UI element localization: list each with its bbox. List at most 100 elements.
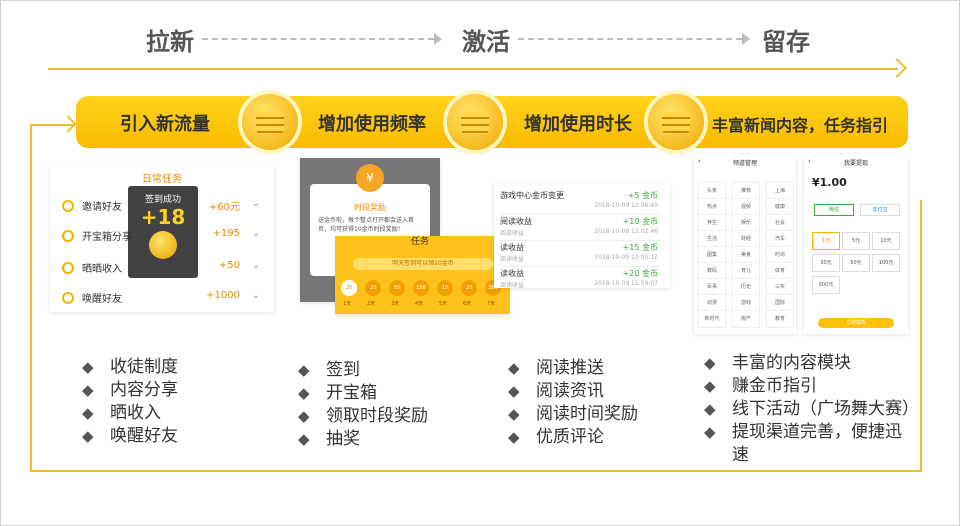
stage-acquisition-title: 拉新 [146, 28, 194, 56]
amount-option[interactable]: 500元 [812, 276, 840, 294]
record-time: 2018-10-09 12:00:12 [594, 254, 658, 261]
task-name: 邀请好友 [82, 202, 122, 213]
record-name: 阅读收益 [500, 217, 532, 226]
record-row: 游戏中心金币变更 +5 金币 2018-10-09 12:06:49 [500, 188, 660, 215]
task-name: 晒晒收入 [82, 264, 122, 275]
screenshot-daily-tasks: 日常任务 邀请好友 +60元 ⌄ 开宝箱分享 +195 ⌄ 晒晒收入 +50 ⌄… [50, 164, 274, 312]
record-row: 阅读收益 阅读收益 +10 金币 2018-10-09 12:02:46 [500, 214, 660, 241]
channel-grid: 头条 推荐 上海 热点 视频 健康 养生 娱乐 社会 生活 财经 汽车 图集 美… [698, 182, 794, 332]
withdraw-title: 我要提现 [843, 160, 868, 167]
record-row: 读收益 阅读收益 +15 金币 2018-10-09 12:00:12 [500, 240, 660, 267]
record-row: 读收益 阅读收益 +20 金币 2018-10-09 11:59:07 [500, 266, 660, 288]
chevron-down-icon: ⌄ [251, 198, 260, 209]
bullet-item: 阅读时间奖励 [508, 403, 638, 426]
task-row: 唤醒好友 +1000 ⌄ [58, 284, 266, 312]
phase-label-3: 增加使用时长 [524, 114, 632, 135]
record-time: 2018-10-09 12:06:49 [594, 202, 658, 209]
checkin-panel: 任务 明天签到可以领20金币 20 20 55 158 15 20 388 1天… [335, 236, 510, 314]
phase-label-1: 引入新流量 [120, 114, 210, 135]
task-name: 开宝箱分享 [82, 232, 132, 243]
signin-success-popup: 签到成功 +18 [128, 186, 198, 278]
channel-title: 频道管理 [732, 160, 757, 167]
screenshot-channel-manage: ‹ 频道管理 头条 推荐 上海 热点 视频 健康 养生 娱乐 社会 生活 财经 … [694, 154, 796, 334]
popup-text: 送金币啦，每个整点打开都会送入首页，均可获得10金币时段奖励！ [318, 217, 415, 233]
wechat-option[interactable]: 微信 [814, 204, 854, 216]
coin-stack-icon [447, 94, 503, 150]
bullet-list-acquisition: 收徒制度 内容分享 晒收入 唤醒好友 [82, 356, 178, 448]
bullet-list-duration: 阅读推送 阅读资讯 阅读时间奖励 优质评论 [508, 357, 638, 449]
task-reward: +60元 [208, 202, 240, 213]
record-sub: 阅读收益 [500, 230, 525, 237]
balance-amount: 1.00 [819, 176, 847, 189]
amount-option[interactable]: 5元 [842, 232, 870, 250]
dashed-arrow-head [434, 33, 442, 45]
record-amount: +15 金币 [622, 243, 658, 252]
record-amount: +10 金币 [622, 217, 658, 226]
channel-item[interactable]: 教育 [766, 310, 794, 328]
popup-title: 签到成功 [144, 195, 181, 205]
day-coin: 55 [389, 280, 405, 296]
record-amount: +5 金币 [627, 191, 658, 200]
channel-item[interactable]: 房产 [732, 310, 760, 328]
balance-value: ¥1.00 [812, 176, 847, 189]
bullet-item: 签到 [298, 359, 428, 382]
day-label: 5天 [439, 301, 448, 307]
record-name: 读收益 [500, 243, 524, 252]
task-reward: +1000 [206, 290, 240, 301]
amount-option[interactable]: 1元 [812, 232, 840, 250]
day-coin: 20 [461, 280, 477, 296]
alipay-option[interactable]: 支付宝 [860, 204, 900, 216]
bullet-item: 收徒制度 [82, 356, 178, 379]
popup-value: +18 [140, 205, 186, 229]
record-name: 读收益 [500, 269, 524, 278]
bullet-item: 晒收入 [82, 402, 178, 425]
popup-title: 时段奖励 [354, 203, 386, 212]
amount-option[interactable]: 10元 [872, 232, 900, 250]
coin-stack-icon [648, 94, 704, 150]
day-coin: 20 [365, 280, 381, 296]
task-title: 任务 [411, 237, 430, 247]
coin-icon [149, 231, 177, 259]
record-time: 2018-10-09 11:59:07 [594, 280, 658, 287]
record-amount: +20 金币 [622, 269, 658, 278]
task-dot-icon [62, 200, 74, 212]
chevron-down-icon: ⌄ [251, 260, 260, 271]
dashed-arrow-line [202, 38, 434, 40]
bullet-item: 阅读资讯 [508, 380, 638, 403]
checkin-banner: 明天签到可以领20金币 [353, 258, 493, 270]
stage-retention-title: 留存 [762, 28, 810, 56]
checkin-days: 1天 2天 3天 4天 5天 6天 7天 [339, 300, 507, 310]
day-label: 2天 [367, 301, 376, 307]
amount-option[interactable]: 100元 [872, 254, 900, 272]
day-coin: 15 [437, 280, 453, 296]
left-bracket-line [30, 124, 32, 472]
bullet-item: 内容分享 [82, 379, 178, 402]
bullet-item: 开宝箱 [298, 382, 428, 405]
bullet-item: 阅读推送 [508, 357, 638, 380]
amount-option[interactable]: 30元 [812, 254, 840, 272]
channel-item[interactable]: 新时代 [698, 310, 726, 328]
bullet-item: 领取时段奖励 [298, 405, 428, 428]
task-reward: +50 [218, 260, 240, 271]
right-bracket-line [920, 200, 922, 472]
task-reward: +195 [212, 228, 240, 239]
timeline-line [48, 68, 898, 70]
bullet-item: 赚金币指引 [704, 375, 916, 398]
task-dot-icon [62, 262, 74, 274]
day-coin: 158 [413, 280, 429, 296]
bullet-item: 线下活动（广场舞大赛） [704, 398, 919, 421]
record-sub: 阅读收益 [500, 282, 525, 288]
stage-activation-title: 激活 [462, 28, 510, 56]
daily-tasks-title: 日常任务 [142, 174, 182, 185]
phase-label-4: 丰富新闻内容，任务指引 [712, 116, 889, 135]
checkin-coins: 20 20 55 158 15 20 388 [339, 280, 507, 296]
day-label: 4天 [415, 301, 424, 307]
bullet-list-frequency: 签到 开宝箱 领取时段奖励 抽奖 [298, 359, 428, 451]
bottom-bracket-line [30, 470, 922, 472]
bullet-item: 优质评论 [508, 426, 638, 449]
day-label: 1天 [343, 301, 352, 307]
chevron-down-icon: ⌄ [251, 290, 260, 301]
amount-option[interactable]: 50元 [842, 254, 870, 272]
withdraw-button[interactable]: 立即提现 [818, 318, 894, 328]
record-name: 游戏中心金币变更 [500, 191, 564, 200]
